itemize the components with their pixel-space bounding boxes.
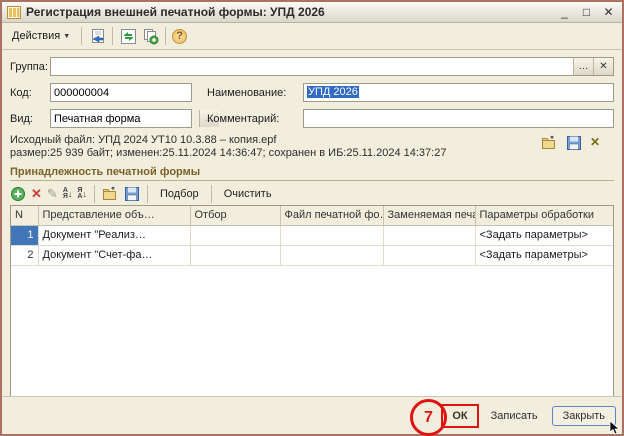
file-info-text: Исходный файл: УПД 2024 УТ10 10.3.88 – к…	[10, 134, 541, 160]
delete-row-icon[interactable]: ✕	[31, 186, 42, 202]
comment-input[interactable]	[303, 109, 614, 128]
help-icon[interactable]: ?	[172, 28, 188, 44]
row-number-cell[interactable]: 2	[11, 245, 39, 266]
load-rows-folder-icon[interactable]	[102, 186, 119, 202]
maximize-button[interactable]: □	[578, 3, 595, 21]
annotation-circle-7: 7	[410, 399, 447, 436]
kind-label: Вид:	[10, 112, 33, 125]
chevron-down-icon: ▼	[63, 32, 71, 40]
dialog-window: Регистрация внешней печатной формы: УПД …	[0, 0, 624, 436]
refresh-icon	[120, 28, 136, 44]
bottom-button-bar: 7 ОК Записать Закрыть	[2, 396, 622, 436]
reread-form-button[interactable]	[88, 27, 106, 45]
sort-asc-arrow-icon: ↓	[67, 188, 73, 199]
pick-button[interactable]: Подбор	[155, 186, 204, 202]
filter-cell[interactable]	[189, 225, 281, 246]
clear-list-button[interactable]: Очистить	[219, 186, 277, 202]
window-title: Регистрация внешней печатной формы: УПД …	[26, 5, 325, 19]
replaced-cell[interactable]	[382, 225, 476, 246]
toolbar-separator	[210, 184, 212, 203]
ownership-table[interactable]: N Представление объ… Отбор Файл печатной…	[10, 205, 614, 397]
edit-row-icon[interactable]: ✎	[47, 186, 58, 202]
main-toolbar: Действия ▼ ?	[2, 23, 622, 50]
mouse-cursor-icon	[609, 420, 621, 435]
file-info: Исходный файл: УПД 2024 УТ10 10.3.88 – к…	[2, 130, 622, 160]
table-row[interactable]: 1 Документ "Реализ… <Задать параметры>	[11, 225, 613, 246]
table-row[interactable]: 2 Документ "Счет-фа… <Задать параметры>	[11, 245, 613, 266]
form-grid-icon	[7, 5, 21, 19]
group-clear-button[interactable]: ✕	[593, 58, 613, 75]
group-ellipsis-button[interactable]: …	[573, 58, 593, 75]
actions-menu-button[interactable]: Действия ▼	[7, 27, 75, 45]
comment-label: Комментарий:	[207, 112, 280, 125]
actions-label: Действия	[12, 30, 61, 42]
group-row: Группа: … ✕	[2, 57, 622, 76]
file-info-line1: Исходный файл: УПД 2024 УТ10 10.3.88 – к…	[10, 134, 277, 146]
save-rows-icon[interactable]	[124, 186, 140, 202]
write-button[interactable]: Записать	[483, 407, 546, 425]
group-input[interactable]	[51, 58, 573, 75]
filter-cell[interactable]	[189, 245, 281, 266]
code-input[interactable]	[50, 83, 192, 102]
toolbar-separator	[165, 27, 167, 45]
file-info-line2: размер:25 939 байт; изменен:25.11.2024 1…	[10, 147, 447, 159]
file-info-buttons: ✕	[541, 134, 600, 160]
title-bar: Регистрация внешней печатной формы: УПД …	[2, 2, 622, 23]
section-title: Принадлежность печатной формы	[10, 166, 201, 178]
table-toolbar: ✕ ✎ А Я ↓ Я А ↓ Подбор Очистить	[2, 181, 622, 205]
copy-plus-icon	[143, 28, 159, 44]
reread-icon	[91, 28, 104, 43]
kind-input[interactable]	[51, 110, 199, 127]
file-cell[interactable]	[279, 245, 384, 266]
ownership-section-header: Принадлежность печатной формы	[10, 166, 614, 181]
sort-ascending-button[interactable]: А Я ↓	[63, 187, 73, 200]
sort-descending-button[interactable]: Я А ↓	[77, 187, 87, 200]
code-label: Код:	[10, 86, 32, 99]
params-cell[interactable]: <Задать параметры>	[474, 245, 613, 266]
file-cell[interactable]	[279, 225, 384, 246]
toolbar-separator	[81, 27, 83, 45]
col-header-representation[interactable]: Представление объ…	[37, 206, 191, 226]
code-name-row: Код: Наименование: УПД 2026	[2, 83, 622, 102]
col-header-replaced[interactable]: Заменяемая печатн…	[382, 206, 476, 226]
toolbar-separator	[146, 184, 148, 203]
name-field[interactable]: УПД 2026	[303, 83, 614, 102]
col-header-file[interactable]: Файл печатной фо…	[279, 206, 384, 226]
params-cell[interactable]: <Задать параметры>	[474, 225, 613, 246]
group-label: Группа:	[10, 60, 48, 73]
close-form-button[interactable]: Закрыть	[551, 405, 616, 426]
ok-button[interactable]: ОК	[444, 407, 475, 425]
load-file-folder-icon[interactable]	[541, 135, 558, 151]
add-row-icon[interactable]	[10, 186, 26, 202]
toolbar-separator	[93, 184, 95, 203]
group-field: … ✕	[50, 57, 614, 76]
toolbar-separator	[112, 27, 114, 45]
sort-desc-arrow-icon: ↓	[82, 188, 87, 199]
minimize-button[interactable]: _	[556, 3, 573, 21]
clear-file-icon[interactable]: ✕	[590, 135, 600, 149]
representation-cell[interactable]: Документ "Реализ…	[37, 225, 191, 246]
name-label: Наименование:	[207, 86, 287, 99]
row-number-cell[interactable]: 1	[11, 225, 39, 246]
col-header-filter[interactable]: Отбор	[189, 206, 281, 226]
representation-cell[interactable]: Документ "Счет-фа…	[37, 245, 191, 266]
table-header-row: N Представление объ… Отбор Файл печатной…	[11, 206, 613, 226]
col-header-params[interactable]: Параметры обработки	[474, 206, 613, 226]
kind-field: …	[50, 109, 219, 128]
refresh-button[interactable]	[119, 27, 137, 45]
copy-new-button[interactable]	[141, 27, 159, 45]
close-button[interactable]: ✕	[600, 3, 617, 21]
kind-comment-row: Вид: … Комментарий:	[2, 109, 622, 128]
name-selected-text: УПД 2026	[307, 86, 359, 98]
replaced-cell[interactable]	[382, 245, 476, 266]
col-header-n[interactable]: N	[11, 206, 39, 226]
save-to-file-icon[interactable]	[566, 135, 582, 151]
